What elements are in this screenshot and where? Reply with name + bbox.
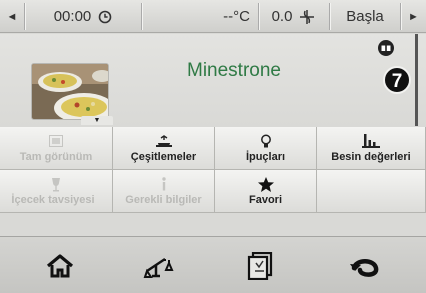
- scale-button[interactable]: [125, 237, 195, 293]
- variations-label: Çeşitlemeler: [130, 151, 197, 163]
- start-label: Başla: [346, 8, 384, 25]
- recipe-book-button[interactable]: [225, 237, 295, 293]
- full-view-button[interactable]: Tam görünüm: [0, 127, 113, 170]
- right-arrow-icon: ►: [408, 10, 419, 23]
- status-bar: ◄ 00:00 --°C 0.0 Başla ►: [0, 0, 426, 33]
- recipe-book-icon: [247, 251, 273, 280]
- speed-display[interactable]: 0.0: [259, 0, 329, 33]
- nutrition-button[interactable]: Besin değerleri: [317, 127, 426, 170]
- required-info-label: Gerekli bilgiler: [125, 194, 202, 206]
- right-arrow-button[interactable]: ►: [401, 0, 426, 33]
- variations-button[interactable]: Çeşitlemeler: [113, 127, 215, 170]
- left-arrow-button[interactable]: ◄: [0, 0, 24, 33]
- full-view-icon: [49, 135, 63, 147]
- full-view-label: Tam görünüm: [19, 151, 93, 163]
- bottom-navigation: [0, 236, 426, 293]
- tips-label: İpuçları: [245, 151, 286, 163]
- favorite-label: Favori: [248, 194, 282, 206]
- left-arrow-icon: ◄: [6, 10, 18, 23]
- scrollbar[interactable]: [415, 34, 418, 126]
- nutrition-chart-icon: [362, 134, 380, 148]
- recipe-image[interactable]: [31, 63, 109, 120]
- temperature-value: --°C: [223, 8, 250, 25]
- start-button[interactable]: Başla: [330, 0, 400, 33]
- back-button[interactable]: [325, 237, 405, 293]
- expand-tab[interactable]: ▼: [81, 116, 113, 125]
- tips-button[interactable]: İpuçları: [215, 127, 317, 170]
- variations-icon: [155, 135, 172, 147]
- wine-glass-icon: [52, 177, 60, 191]
- fan-icon: [300, 9, 315, 24]
- favorite-button[interactable]: Favori: [215, 170, 317, 213]
- home-button[interactable]: [25, 237, 95, 293]
- star-icon: [257, 176, 274, 192]
- temperature-display[interactable]: --°C: [142, 0, 258, 33]
- step-count-badge: 7: [383, 66, 411, 94]
- speed-value: 0.0: [271, 8, 293, 25]
- recipe-header: Minestrone 7 ▼: [0, 34, 426, 127]
- info-icon: [161, 177, 166, 191]
- scale-icon: [143, 257, 174, 278]
- clock-icon: [98, 10, 112, 23]
- timer-display[interactable]: 00:00: [25, 0, 141, 33]
- required-info-button[interactable]: Gerekli bilgiler: [113, 170, 215, 213]
- drink-suggestion-button[interactable]: İçecek tavsiyesi: [0, 170, 113, 213]
- home-icon: [46, 253, 74, 277]
- nutrition-label: Besin değerleri: [331, 151, 411, 163]
- recipe-title: Minestrone: [187, 60, 281, 81]
- empty-cell: [317, 170, 426, 213]
- lightbulb-icon: [260, 134, 271, 147]
- timer-value: 00:00: [53, 8, 92, 25]
- options-grid: Tam görünüm Çeşitlemeler İpuçları Besin …: [0, 127, 426, 231]
- drink-suggestion-label: İçecek tavsiyesi: [11, 194, 95, 206]
- book-icon[interactable]: [377, 40, 395, 56]
- back-icon: [350, 258, 379, 277]
